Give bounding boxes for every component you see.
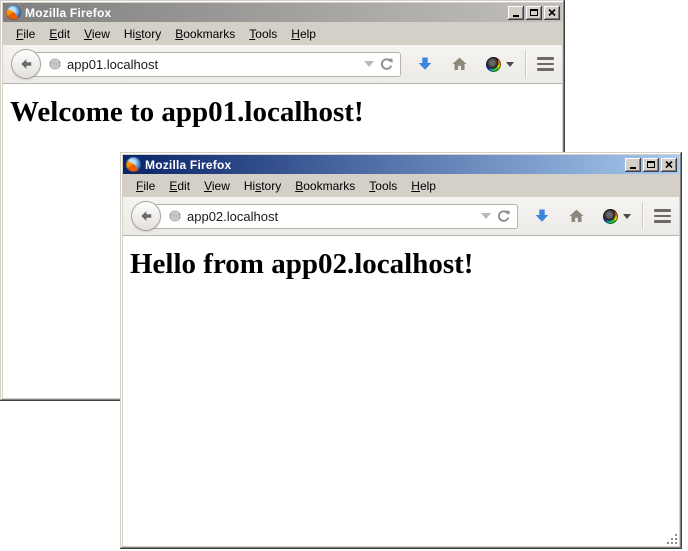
urlbar-dropdown-icon[interactable]	[481, 213, 491, 219]
toolbar-divider	[525, 50, 526, 78]
menu-history[interactable]: History	[237, 176, 288, 196]
reload-icon[interactable]	[379, 57, 394, 72]
menu-bookmarks[interactable]: Bookmarks	[288, 176, 362, 196]
minimize-icon	[630, 167, 636, 169]
firefox-logo-icon[interactable]	[126, 157, 141, 172]
window-title: Mozilla Firefox	[145, 158, 625, 172]
menu-tools[interactable]: Tools	[242, 24, 284, 44]
home-icon	[451, 56, 468, 72]
maximize-button[interactable]	[526, 6, 542, 20]
download-icon	[417, 56, 433, 72]
colorwheel-icon	[486, 57, 501, 72]
menu-help[interactable]: Help	[284, 24, 323, 44]
home-icon	[568, 208, 585, 224]
menu-bar: File Edit View History Bookmarks Tools H…	[123, 174, 679, 197]
menu-view[interactable]: View	[197, 176, 237, 196]
download-button[interactable]	[417, 56, 433, 72]
close-button[interactable]	[544, 6, 560, 20]
toolbar-divider	[642, 202, 643, 230]
maximize-button[interactable]	[643, 158, 659, 172]
maximize-icon	[647, 161, 655, 168]
globe-icon[interactable]	[48, 57, 62, 71]
back-icon	[19, 57, 33, 71]
open-menu-button[interactable]	[654, 209, 671, 223]
menu-view[interactable]: View	[77, 24, 117, 44]
url-bar[interactable]: app02.localhost	[146, 204, 518, 229]
globe-icon[interactable]	[168, 209, 182, 223]
back-button[interactable]	[11, 49, 41, 79]
navigation-toolbar: app02.localhost	[123, 197, 679, 236]
page-content: Hello from app02.localhost!	[123, 236, 679, 546]
menu-history[interactable]: History	[117, 24, 168, 44]
url-text[interactable]: app02.localhost	[187, 209, 476, 224]
back-icon	[139, 209, 153, 223]
url-bar[interactable]: app01.localhost	[26, 52, 401, 77]
close-icon	[548, 9, 556, 16]
close-icon	[665, 161, 673, 168]
back-button[interactable]	[131, 201, 161, 231]
titlebar[interactable]: Mozilla Firefox	[3, 3, 562, 22]
menu-tools[interactable]: Tools	[362, 176, 404, 196]
minimize-button[interactable]	[508, 6, 524, 20]
menu-file[interactable]: File	[129, 176, 162, 196]
reload-icon[interactable]	[496, 209, 511, 224]
download-icon	[534, 208, 550, 224]
colorwheel-extension-button[interactable]	[486, 57, 514, 72]
maximize-icon	[530, 9, 538, 16]
colorwheel-extension-button[interactable]	[603, 209, 631, 224]
url-text[interactable]: app01.localhost	[67, 57, 359, 72]
close-button[interactable]	[661, 158, 677, 172]
window-title: Mozilla Firefox	[25, 6, 508, 20]
download-button[interactable]	[534, 208, 550, 224]
menu-help[interactable]: Help	[404, 176, 443, 196]
browser-window-app02[interactable]: Mozilla Firefox File Edit View History B…	[120, 152, 682, 549]
menu-edit[interactable]: Edit	[42, 24, 77, 44]
menu-edit[interactable]: Edit	[162, 176, 197, 196]
chevron-down-icon	[506, 62, 514, 67]
navigation-toolbar: app01.localhost	[3, 45, 562, 84]
firefox-logo-icon[interactable]	[6, 5, 21, 20]
urlbar-dropdown-icon[interactable]	[364, 61, 374, 67]
colorwheel-icon	[603, 209, 618, 224]
resize-grip[interactable]	[666, 533, 679, 546]
home-button[interactable]	[568, 208, 585, 224]
minimize-button[interactable]	[625, 158, 641, 172]
titlebar[interactable]: Mozilla Firefox	[123, 155, 679, 174]
menu-bookmarks[interactable]: Bookmarks	[168, 24, 242, 44]
chevron-down-icon	[623, 214, 631, 219]
open-menu-button[interactable]	[537, 57, 554, 71]
menu-file[interactable]: File	[9, 24, 42, 44]
page-heading: Hello from app02.localhost!	[130, 248, 679, 281]
page-heading: Welcome to app01.localhost!	[10, 96, 562, 129]
home-button[interactable]	[451, 56, 468, 72]
menu-bar: File Edit View History Bookmarks Tools H…	[3, 22, 562, 45]
minimize-icon	[513, 15, 519, 17]
